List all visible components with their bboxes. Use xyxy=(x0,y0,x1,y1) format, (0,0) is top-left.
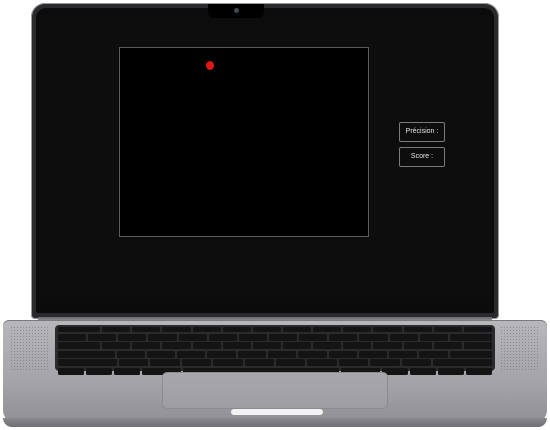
keyboard-row-function xyxy=(58,327,493,332)
screen: Précision : Score : xyxy=(39,15,491,297)
camera-icon xyxy=(234,8,239,13)
game-area[interactable] xyxy=(119,47,369,237)
target-dot[interactable] xyxy=(206,61,214,70)
speaker-grille-left xyxy=(10,326,50,370)
keyboard-row-top xyxy=(58,342,493,350)
laptop-base-front xyxy=(3,418,547,427)
keyboard-row-bottom xyxy=(58,359,492,367)
lid-opening-notch xyxy=(231,409,323,415)
keyboard xyxy=(55,325,495,375)
laptop-mockup: Précision : Score : xyxy=(0,0,550,430)
speaker-grille-right xyxy=(500,326,540,370)
precision-display: Précision : xyxy=(399,122,445,142)
keyboard-row-home xyxy=(58,350,493,358)
trackpad xyxy=(162,372,388,409)
score-display: Score : xyxy=(399,147,445,167)
precision-label: Précision : xyxy=(405,128,439,135)
keyboard-row-numbers xyxy=(58,333,493,341)
score-label: Score : xyxy=(410,153,434,160)
